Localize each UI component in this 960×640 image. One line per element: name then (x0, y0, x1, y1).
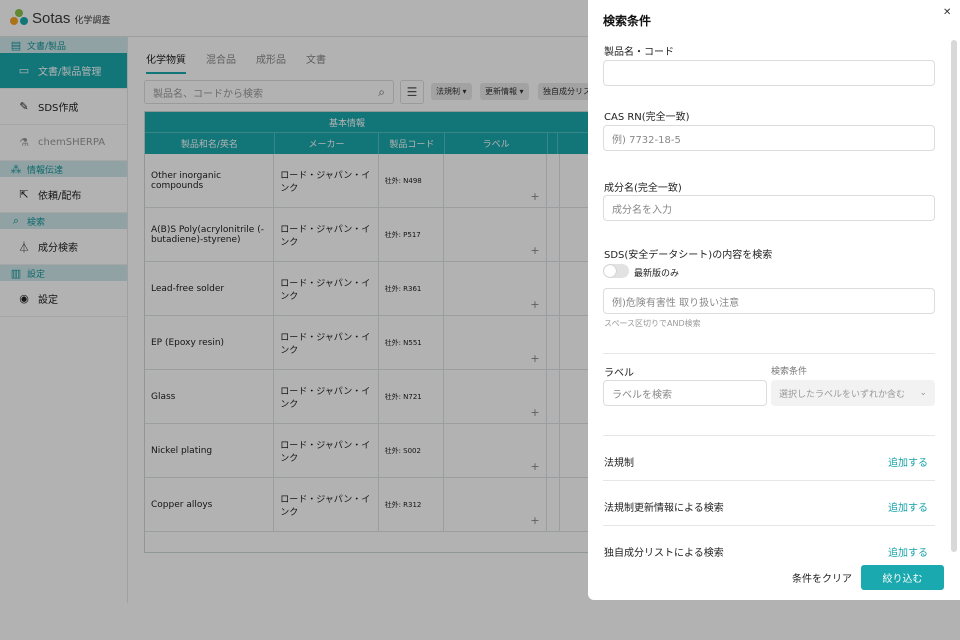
latest-only-label: 最新版のみ (634, 269, 680, 279)
drawer-title: 検索条件 (603, 14, 652, 28)
sds-hint: スペース区切りでAND検索 (604, 319, 701, 328)
add-regulation-link[interactable]: 追加する (888, 454, 928, 469)
divider (603, 435, 935, 436)
clear-conditions-button[interactable]: 条件をクリア (792, 570, 852, 585)
cas-input[interactable]: 例) 7732-18-5 (603, 125, 935, 151)
divider (603, 353, 935, 354)
add-custom-list-link[interactable]: 追加する (888, 544, 928, 559)
search-conditions-drawer: 検索条件 ✕ 製品名・コード CAS RN(完全一致) 例) 7732-18-5… (588, 0, 960, 600)
condition-select[interactable]: 選択したラベルをいずれか含む ⌄ (771, 380, 935, 406)
product-label: 製品名・コード (604, 47, 674, 58)
divider (603, 525, 935, 526)
custom-list-row-label: 独自成分リストによる検索 (604, 548, 724, 559)
component-input[interactable]: 成分名を入力 (603, 195, 935, 221)
sds-content-input[interactable]: 例)危険有害性 取り扱い注意 (603, 288, 935, 314)
drawer-scrollbar[interactable] (951, 40, 957, 552)
sds-label: SDS(安全データシート)の内容を検索 (604, 250, 773, 261)
label-field-label: ラベル (604, 368, 634, 379)
latest-only-toggle[interactable] (603, 264, 629, 278)
add-regulation-update-link[interactable]: 追加する (888, 499, 928, 514)
component-label: 成分名(完全一致) (604, 183, 682, 194)
condition-field-label: 検索条件 (771, 367, 808, 377)
product-input[interactable] (603, 60, 935, 86)
apply-filter-button[interactable]: 絞り込む (861, 565, 944, 590)
regulation-update-row-label: 法規制更新情報による検索 (604, 503, 724, 514)
regulation-row-label: 法規制 (604, 458, 634, 469)
divider (603, 480, 935, 481)
close-icon[interactable]: ✕ (943, 7, 951, 18)
cas-label: CAS RN(完全一致) (604, 112, 690, 123)
chevron-down-icon: ⌄ (919, 388, 927, 398)
label-search-input[interactable]: ラベルを検索 (603, 380, 767, 406)
